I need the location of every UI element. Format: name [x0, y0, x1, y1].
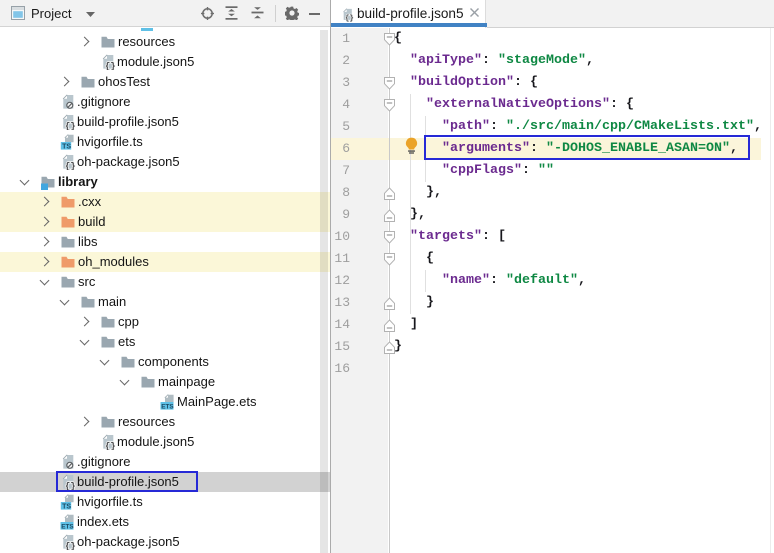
- svg-text:{}: {}: [65, 122, 76, 131]
- svg-text:{}: {}: [65, 542, 76, 551]
- svg-text:ETS: ETS: [61, 523, 74, 530]
- svg-text:{}: {}: [105, 62, 116, 71]
- svg-text:{}: {}: [345, 15, 354, 22]
- svg-text:{}: {}: [105, 442, 116, 451]
- svg-text:TS: TS: [62, 143, 71, 150]
- svg-text:{}: {}: [65, 162, 76, 171]
- svg-text:ETS: ETS: [161, 403, 174, 410]
- svg-text:TS: TS: [62, 503, 71, 510]
